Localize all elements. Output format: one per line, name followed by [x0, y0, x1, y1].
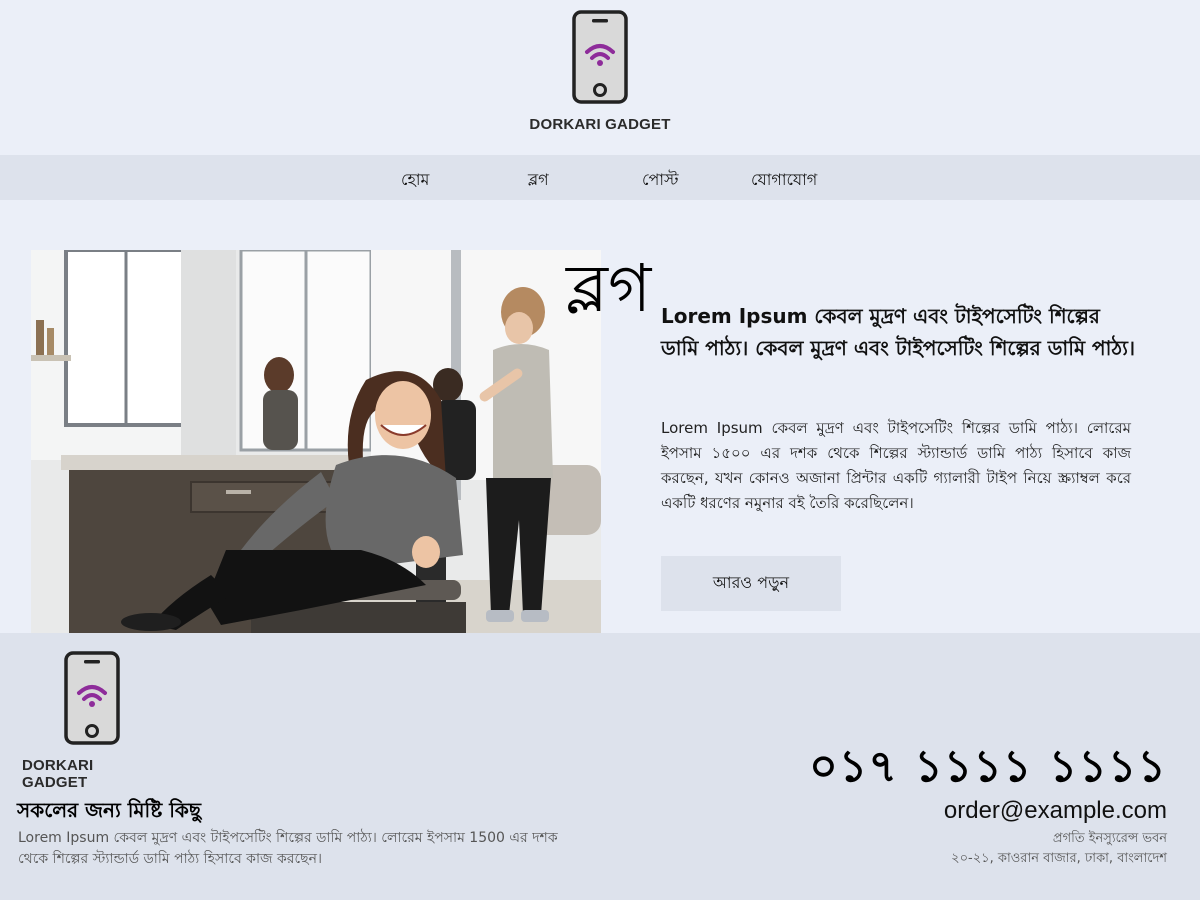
address-line-1: প্রগতি ইনস্যুরেন্স ভবন — [1052, 831, 1167, 846]
footer-brand-name: DORKARI GADGET — [22, 757, 94, 791]
footer-description: Lorem Ipsum কেবল মুদ্রণ এবং টাইপসেটিং শি… — [18, 830, 558, 867]
post-headline: Lorem Ipsum কেবল মুদ্রণ এবং টাইপসেটিং শি… — [661, 304, 1136, 360]
phone-number[interactable]: ০১৭ ১১১১ ১১১১ — [809, 733, 1167, 806]
nav-item-posts[interactable]: পোস্ট — [642, 167, 679, 194]
footer-logo[interactable]: DORKARI GADGET — [22, 651, 162, 791]
post-body: Lorem Ipsum কেবল মুদ্রণ এবং টাইপসেটিং শি… — [661, 419, 1131, 512]
site-footer: DORKARI GADGET সকলের জন্য মিষ্টি কিছু Lo… — [0, 633, 1200, 900]
footer-tagline: সকলের জন্য মিষ্টি কিছু — [17, 798, 202, 822]
read-more-button[interactable]: আরও পড়ুন — [661, 556, 841, 611]
main-nav: হোম ব্লগ পোস্ট যোগাযোগ — [0, 155, 1200, 200]
nav-item-home[interactable]: হোম — [401, 167, 429, 194]
section-title: ব্লগ — [566, 250, 652, 327]
brand-name: DORKARI GADGET — [529, 116, 671, 133]
address-line-2: ২০-২১, কাওরান বাজার, ঢাকা, বাংলাদেশ — [951, 851, 1167, 866]
header-logo[interactable]: DORKARI GADGET — [0, 10, 1200, 133]
nav-item-contact[interactable]: যোগাযোগ — [751, 167, 817, 194]
site-header: DORKARI GADGET — [0, 0, 1200, 155]
email-address[interactable]: order@example.com — [944, 797, 1167, 825]
smartphone-wifi-icon — [64, 651, 120, 745]
salon-photo — [31, 250, 601, 633]
smartphone-wifi-icon — [572, 10, 628, 104]
nav-item-blog[interactable]: ব্লগ — [528, 167, 549, 194]
